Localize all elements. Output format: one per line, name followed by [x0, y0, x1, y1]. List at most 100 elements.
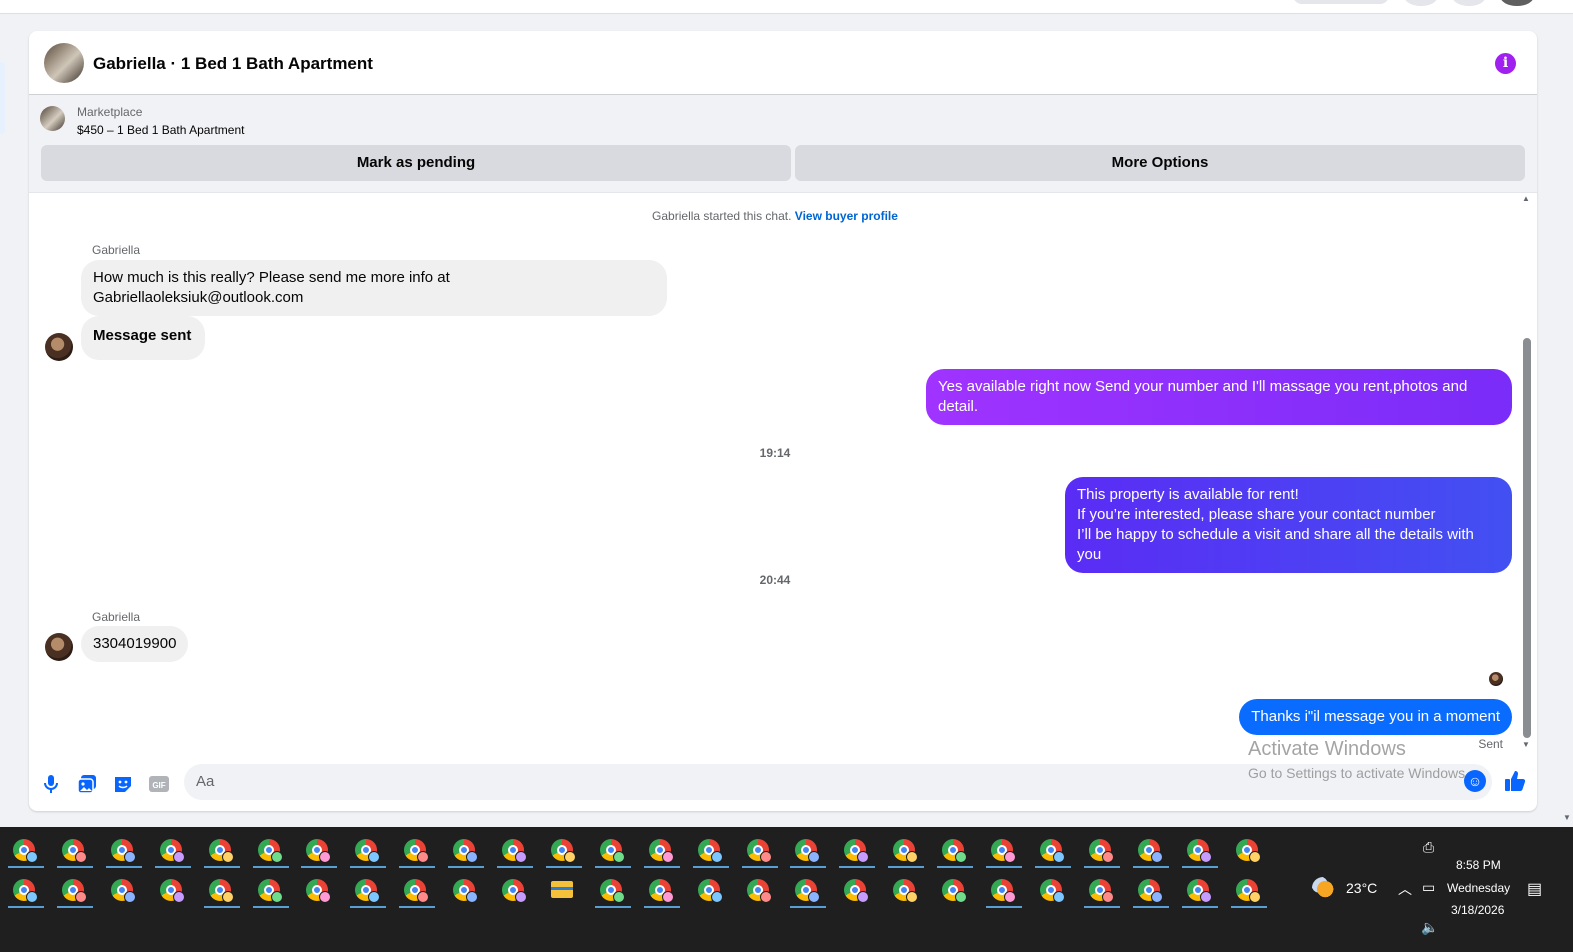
outgoing-message-bubble[interactable]: This property is available for rent! If … [1065, 477, 1512, 573]
top-nav-notifications-button[interactable] [1452, 0, 1486, 6]
page-scrollbar[interactable]: ▼ [1561, 14, 1573, 826]
top-nav-search-pill[interactable] [1293, 0, 1389, 4]
chrome-icon[interactable] [497, 834, 533, 868]
sender-avatar[interactable] [45, 633, 73, 661]
chrome-icon[interactable] [839, 834, 876, 868]
chrome-icon[interactable] [1034, 834, 1071, 868]
chrome-icon[interactable] [1181, 874, 1218, 908]
chrome-icon[interactable] [56, 874, 93, 908]
view-buyer-profile-link[interactable]: View buyer profile [795, 209, 898, 223]
chrome-icon[interactable] [252, 834, 289, 868]
chrome-icon[interactable] [790, 874, 827, 908]
listing-source: Marketplace [77, 105, 143, 119]
clock-day[interactable]: Wednesday [1447, 881, 1510, 895]
chrome-icon[interactable] [350, 834, 387, 868]
message-sent-bubble[interactable]: Message sent [81, 316, 206, 360]
scroll-down-arrow-icon[interactable]: ▼ [1522, 740, 1530, 749]
meet-now-icon[interactable]: ⎙ [1423, 839, 1434, 856]
chrome-icon[interactable] [1083, 834, 1120, 868]
microphone-icon[interactable] [40, 773, 62, 795]
top-nav-menu-button[interactable] [1404, 0, 1438, 6]
listing-thumbnail[interactable] [40, 106, 65, 131]
chrome-icon[interactable] [448, 874, 479, 904]
chrome-icon[interactable] [1231, 834, 1261, 864]
chrome-icon[interactable] [986, 874, 1022, 908]
sticker-icon[interactable] [112, 773, 134, 795]
chrome-icon[interactable] [8, 874, 44, 908]
windows-taskbar: ⎙ 23°C ︿ ▭ 8:58 PM Wednesday 3/18/2026 🔈… [0, 827, 1573, 952]
chrome-icon[interactable] [155, 874, 185, 904]
marketplace-listing-bar: Marketplace $450 – 1 Bed 1 Bath Apartmen… [29, 95, 1537, 193]
chrome-icon[interactable] [693, 874, 723, 904]
chrome-icon[interactable] [1035, 874, 1065, 904]
chrome-icon[interactable] [105, 834, 142, 868]
listing-price-title[interactable]: $450 – 1 Bed 1 Bath Apartment [77, 123, 244, 137]
chrome-icon[interactable] [986, 834, 1022, 868]
chrome-icon[interactable] [594, 874, 631, 908]
chrome-icon[interactable] [937, 834, 974, 868]
outgoing-message-bubble[interactable]: Thanks i"il message you in a moment [1239, 699, 1512, 735]
profile-avatar[interactable] [1500, 0, 1534, 6]
watermark-title: Activate Windows [1248, 738, 1406, 760]
show-hidden-icons-icon[interactable]: ︿ [1398, 879, 1412, 899]
incoming-message-bubble[interactable]: How much is this really? Please send me … [81, 260, 667, 316]
chrome-icon[interactable] [741, 834, 778, 868]
clock-date[interactable]: 3/18/2026 [1451, 903, 1504, 917]
message-scrollbar[interactable]: ▲ ▼ [1522, 194, 1532, 749]
outgoing-message-bubble[interactable]: Yes available right now Send your number… [926, 369, 1512, 425]
chrome-icon[interactable] [497, 874, 527, 904]
mark-as-pending-button[interactable]: Mark as pending [41, 145, 791, 181]
chrome-icon[interactable] [1083, 874, 1120, 908]
chrome-icon[interactable] [1181, 834, 1218, 868]
conversation-title[interactable]: Gabriella · 1 Bed 1 Bath Apartment [93, 54, 373, 74]
chrome-icon[interactable] [1132, 874, 1169, 908]
info-icon[interactable]: i [1495, 53, 1516, 74]
clock-time[interactable]: 8:58 PM [1456, 858, 1501, 872]
chrome-icon[interactable] [937, 874, 968, 904]
chrome-icon[interactable] [888, 834, 925, 868]
scroll-up-arrow-icon[interactable]: ▲ [1522, 194, 1530, 203]
chrome-icon[interactable] [203, 874, 240, 908]
chrome-icon[interactable] [643, 874, 680, 908]
weather-icon[interactable] [1312, 877, 1334, 899]
notification-center-icon[interactable]: ▤ [1527, 879, 1542, 899]
chrome-icon[interactable] [839, 874, 870, 904]
chrome-icon[interactable] [8, 834, 44, 868]
thumbs-up-icon[interactable] [1502, 769, 1528, 795]
message-sender-name: Gabriella [92, 610, 141, 624]
conversation-avatar[interactable] [44, 43, 84, 83]
chrome-icon[interactable] [106, 874, 136, 904]
chrome-icon[interactable] [545, 834, 582, 868]
network-icon[interactable]: ▭ [1422, 879, 1435, 896]
photo-icon[interactable] [76, 773, 98, 795]
scrollbar-thumb[interactable] [1523, 338, 1531, 738]
file-explorer-icon[interactable] [546, 874, 576, 904]
chrome-icon[interactable] [594, 834, 631, 868]
sender-avatar[interactable] [45, 333, 73, 361]
chrome-icon[interactable] [252, 874, 289, 908]
scroll-down-arrow-icon[interactable]: ▼ [1563, 813, 1571, 822]
chrome-icon[interactable] [790, 834, 827, 868]
chrome-icon[interactable] [742, 874, 772, 904]
chrome-icon[interactable] [301, 834, 338, 868]
chrome-icon[interactable] [888, 874, 919, 904]
chrome-icon[interactable] [692, 834, 729, 868]
gif-icon[interactable]: GIF [148, 773, 170, 795]
volume-icon[interactable]: 🔈 [1421, 919, 1438, 936]
message-timestamp: 19:14 [759, 446, 791, 460]
chrome-icon[interactable] [448, 834, 485, 868]
chrome-icon[interactable] [301, 874, 332, 904]
chrome-icon[interactable] [1230, 874, 1267, 908]
chrome-icon[interactable] [399, 874, 436, 908]
chrome-icon[interactable] [56, 834, 93, 868]
chrome-icon[interactable] [350, 874, 387, 908]
chrome-icon[interactable] [203, 834, 240, 868]
incoming-message-bubble[interactable]: 3304019900 [81, 626, 189, 662]
sidebar-active-item-fragment[interactable] [0, 62, 5, 134]
more-options-button[interactable]: More Options [795, 145, 1525, 181]
chrome-icon[interactable] [399, 834, 436, 868]
chrome-icon[interactable] [154, 834, 191, 868]
chrome-icon[interactable] [1132, 834, 1169, 868]
chrome-icon[interactable] [643, 834, 680, 868]
temperature-label[interactable]: 23°C [1346, 880, 1377, 896]
